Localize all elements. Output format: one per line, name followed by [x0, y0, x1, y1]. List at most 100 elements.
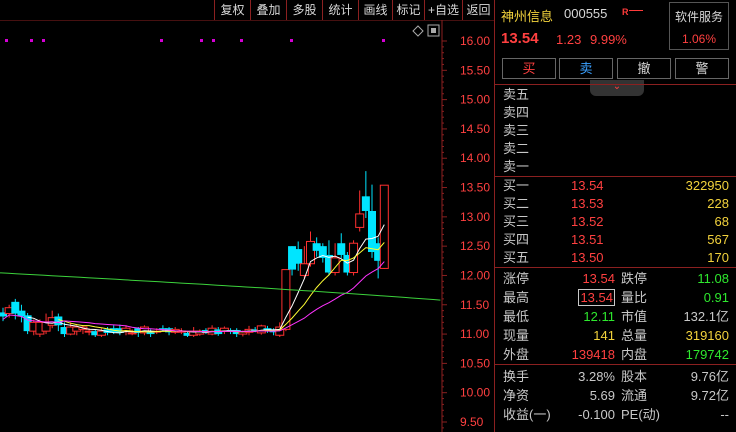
- divider: [495, 84, 736, 85]
- mark-button[interactable]: 标记: [392, 0, 424, 20]
- bid-price: 13.54: [571, 178, 604, 193]
- statistics-button[interactable]: 统计: [322, 0, 358, 20]
- bid-volume: 170: [707, 250, 729, 265]
- bid-row[interactable]: 买三 13.52 68: [503, 213, 729, 230]
- y-tick-label: 13.50: [460, 181, 490, 195]
- current-price: 13.54: [501, 30, 539, 47]
- stock-name: 神州信息: [501, 9, 554, 24]
- signal-dot: [212, 39, 215, 42]
- y-tick-label: 10.00: [460, 386, 490, 400]
- bid-price: 13.51: [571, 232, 604, 247]
- stat-value: 13.54: [582, 271, 615, 286]
- signal-dot: [5, 39, 8, 42]
- y-tick-label: 11.00: [460, 327, 489, 341]
- sector-label: 软件服务: [674, 10, 723, 24]
- stat-value: 139418: [571, 347, 615, 362]
- stat-row: 最高 13.54 量比 0.91: [503, 288, 729, 307]
- stat-label: 股本: [621, 369, 648, 384]
- stat-label: 净资: [503, 388, 530, 403]
- margin-badge: R: [622, 7, 643, 17]
- ask-row[interactable]: 卖五: [503, 86, 729, 103]
- ask-row[interactable]: 卖四: [503, 104, 729, 121]
- price-change: 1.23: [556, 32, 582, 47]
- sector-change: 1.06%: [681, 32, 717, 46]
- signal-dot: [30, 39, 33, 42]
- y-tick-label: 12.50: [460, 239, 490, 253]
- stat-label: 流通: [621, 388, 648, 403]
- panel-toggle-inner: [431, 28, 436, 33]
- diamond-icon: [412, 25, 424, 37]
- bid-price: 13.50: [571, 250, 604, 265]
- ask-label: 卖三: [503, 123, 530, 138]
- y-tick-label: 9.50: [460, 415, 484, 429]
- signal-dot: [240, 39, 243, 42]
- stat-value: 9.76亿: [690, 369, 729, 384]
- signal-dot: [382, 39, 385, 42]
- stat-value: 12.11: [583, 309, 615, 324]
- y-tick-label: 15.00: [460, 93, 490, 107]
- stat-row: 现量 141 总量 319160: [503, 326, 729, 345]
- bid-row[interactable]: 买五 13.50 170: [503, 249, 729, 266]
- y-tick-label: 14.50: [460, 122, 490, 136]
- y-tick-label: 14.00: [460, 151, 490, 165]
- stat-value: 0.91: [703, 290, 729, 305]
- stat-label: 换手: [503, 369, 530, 384]
- stat-label: 跌停: [621, 271, 648, 286]
- bid-label: 买二: [503, 196, 530, 211]
- ask-label: 卖一: [503, 159, 530, 174]
- signal-dot: [160, 39, 163, 42]
- bid-volume: 322950: [685, 178, 729, 193]
- multi-stock-button[interactable]: 多股: [286, 0, 322, 20]
- y-tick-label: 16.00: [460, 34, 490, 48]
- stat-label: 内盘: [621, 347, 648, 362]
- bid-row[interactable]: 买二 13.53 228: [503, 195, 729, 212]
- bid-row[interactable]: 买四 13.51 567: [503, 231, 729, 248]
- stat-label: 最低: [503, 309, 530, 324]
- ask-label: 卖二: [503, 141, 530, 156]
- candle-body: [294, 249, 303, 264]
- stat-value: 179742: [685, 347, 729, 362]
- stat-value: 5.69: [589, 388, 615, 403]
- y-tick-label: 15.50: [460, 63, 490, 77]
- back-button[interactable]: 返回: [462, 0, 494, 20]
- y-tick-label: 13.00: [460, 210, 490, 224]
- bid-label: 买一: [503, 178, 530, 193]
- stat-label: 外盘: [503, 347, 530, 362]
- ask-row[interactable]: 卖三: [503, 122, 729, 139]
- stat-label: 现量: [503, 328, 530, 343]
- ask-row[interactable]: 卖二: [503, 140, 729, 157]
- ask-row[interactable]: 卖一: [503, 158, 729, 175]
- bid-label: 买四: [503, 232, 530, 247]
- kline-chart[interactable]: 16.00 15.50 15.00 14.50 14.00 13.50 13.00 12.50…: [0, 20, 494, 432]
- candle-body: [355, 213, 365, 228]
- sell-button[interactable]: 卖: [559, 58, 613, 79]
- buy-button[interactable]: 买: [502, 58, 556, 79]
- stat-value: -0.100: [578, 407, 615, 422]
- ma5-line: [27, 224, 385, 334]
- price-change-pct: 9.99%: [590, 32, 627, 47]
- bid-price: 13.52: [571, 214, 604, 229]
- ask-label: 卖四: [503, 105, 530, 120]
- kline-svg[interactable]: 16.00 15.50 15.00 14.50 14.00 13.50 13.00 12.50…: [0, 20, 494, 432]
- stat-value: --: [720, 407, 729, 422]
- ask-label: 卖五: [503, 87, 530, 102]
- stat-value: 132.1亿: [683, 309, 729, 324]
- cancel-order-button[interactable]: 撤: [617, 58, 671, 79]
- sector-box[interactable]: 软件服务 1.06%: [669, 2, 729, 50]
- stat-value: 319160: [685, 328, 729, 343]
- signal-dot: [200, 39, 203, 42]
- restore-rights-button[interactable]: 复权: [214, 0, 250, 20]
- bid-row[interactable]: 买一 13.54 322950: [503, 177, 729, 194]
- draw-line-button[interactable]: 画线: [358, 0, 392, 20]
- stat-label: 总量: [621, 328, 648, 343]
- stat-label: 市值: [621, 309, 648, 324]
- overlay-button[interactable]: 叠加: [250, 0, 286, 20]
- stat-label: 最高: [503, 290, 530, 305]
- stock-code: 000555: [564, 6, 608, 21]
- stat-row: 外盘 139418 内盘 179742: [503, 345, 729, 364]
- add-watchlist-button[interactable]: +自选: [424, 0, 462, 20]
- alert-button[interactable]: 警: [675, 58, 729, 79]
- margin-badge-line-icon: [628, 10, 643, 15]
- stat-label: PE(动): [621, 407, 661, 422]
- bid-volume: 68: [714, 214, 729, 229]
